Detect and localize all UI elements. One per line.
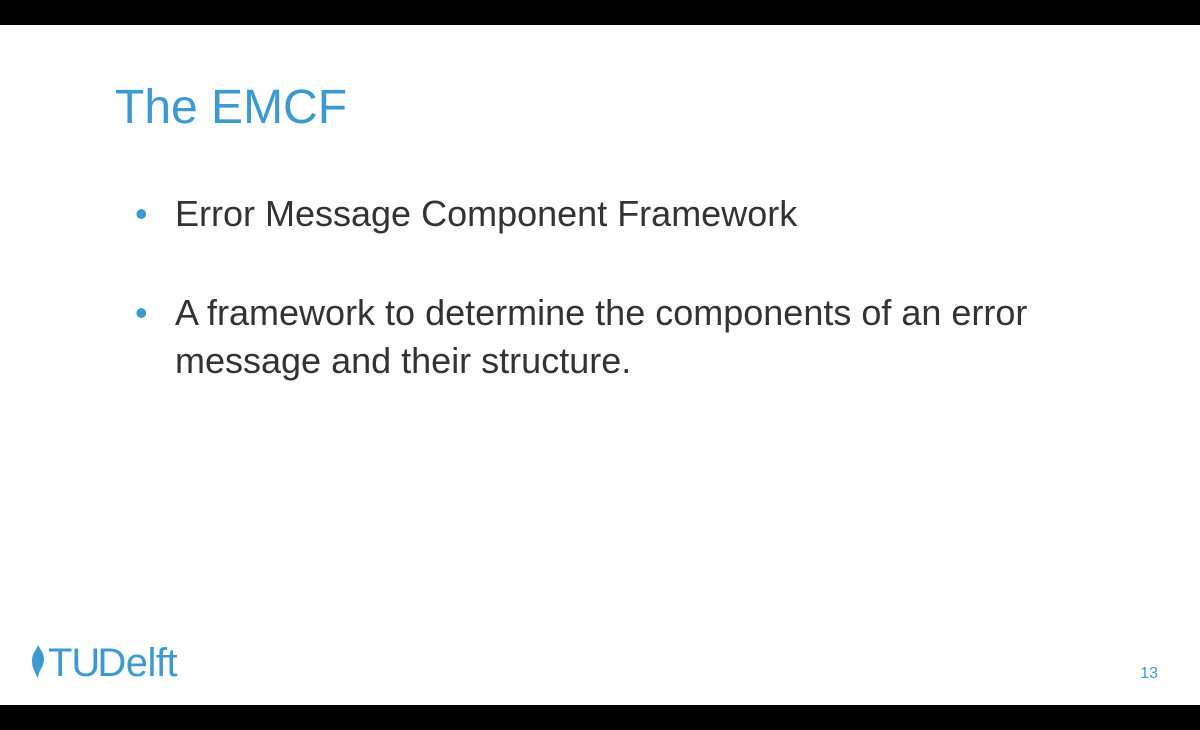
tudelft-logo: TU Delft <box>25 643 177 683</box>
slide: The EMCF Error Message Component Framewo… <box>0 25 1200 705</box>
page-number: 13 <box>1140 665 1158 683</box>
list-item: A framework to determine the components … <box>135 289 1085 386</box>
slide-title: The EMCF <box>115 80 1085 135</box>
bullet-list: Error Message Component Framework A fram… <box>115 190 1085 386</box>
logo-suffix: Delft <box>97 643 177 683</box>
logo-prefix: TU <box>48 643 99 683</box>
list-item: Error Message Component Framework <box>135 190 1085 239</box>
